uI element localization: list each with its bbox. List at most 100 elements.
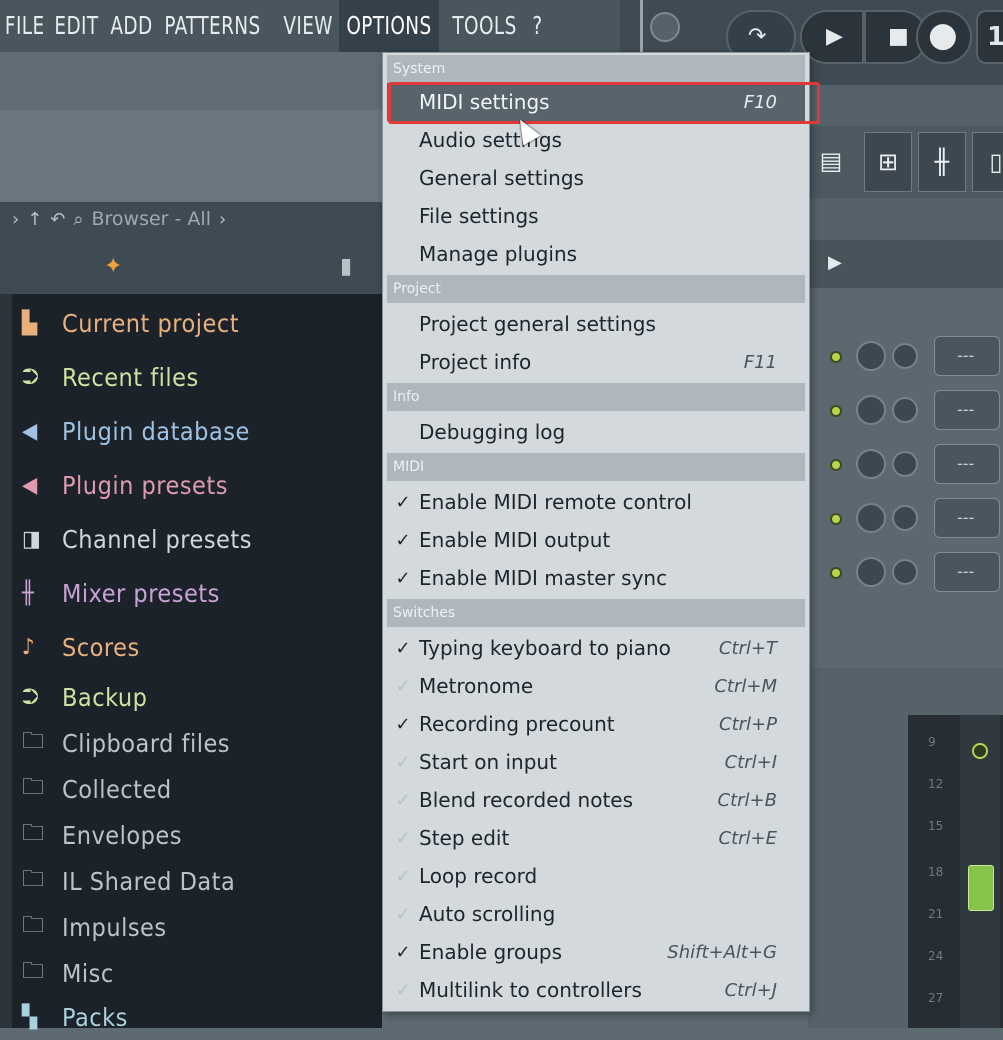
search-icon[interactable]: ⌕ bbox=[73, 209, 83, 230]
list-item[interactable]: 🗀 IL Shared Data bbox=[22, 858, 235, 904]
list-item-label: Plugin database bbox=[62, 416, 250, 446]
menu-item-label: Debugging log bbox=[419, 420, 566, 444]
channel-button[interactable]: --- bbox=[934, 390, 1000, 430]
menu-add[interactable]: ADD bbox=[103, 0, 160, 52]
checkmark-icon: ✓ bbox=[395, 491, 411, 513]
channel-button[interactable]: --- bbox=[934, 336, 1000, 376]
list-item[interactable]: ▚ Packs bbox=[22, 994, 128, 1040]
record-button[interactable]: ● bbox=[916, 10, 972, 64]
menu-item-blend-recorded-notes[interactable]: ✓ Blend recorded notes Ctrl+B bbox=[387, 781, 805, 819]
browser-list: ▙ Current project ⮊ Recent files ◀ Plugi… bbox=[0, 294, 382, 1032]
list-item[interactable]: 🗀 Clipboard files bbox=[22, 720, 230, 766]
menu-item-metronome[interactable]: ✓ Metronome Ctrl+M bbox=[387, 667, 805, 705]
menu-item-project-general-settings[interactable]: Project general settings bbox=[387, 305, 805, 343]
pan-knob[interactable] bbox=[892, 559, 918, 585]
chevron-right-icon[interactable]: › bbox=[219, 209, 226, 230]
menu-help[interactable]: ? bbox=[525, 0, 550, 52]
menu-item-manage-plugins[interactable]: Manage plugins bbox=[387, 235, 805, 273]
menu-item-multilink-to-controllers[interactable]: ✓ Multilink to controllers Ctrl+J bbox=[387, 971, 805, 1009]
menu-item-enable-midi-remote-control[interactable]: ✓ Enable MIDI remote control bbox=[387, 483, 805, 521]
menu-item-step-edit[interactable]: ✓ Step edit Ctrl+E bbox=[387, 819, 805, 857]
menu-patterns[interactable]: PATTERNS bbox=[157, 0, 268, 52]
channel-row: --- bbox=[808, 496, 1003, 542]
pan-knob[interactable] bbox=[892, 343, 918, 369]
menu-item-enable-midi-output[interactable]: ✓ Enable MIDI output bbox=[387, 521, 805, 559]
browser-toggle-icon[interactable]: ⊞ bbox=[864, 132, 912, 192]
menu-item-project-info[interactable]: Project info F11 bbox=[387, 343, 805, 381]
menu-item-typing-keyboard-to-piano[interactable]: ✓ Typing keyboard to piano Ctrl+T bbox=[387, 629, 805, 667]
checkmark-icon: ✓ bbox=[395, 789, 411, 811]
menu-options[interactable]: OPTIONS bbox=[338, 0, 439, 52]
menubar: FILE EDIT ADD PATTERNS VIEW OPTIONS TOOL… bbox=[0, 0, 640, 52]
browser-title[interactable]: Browser - All bbox=[91, 208, 210, 230]
list-item-label: Clipboard files bbox=[62, 728, 231, 758]
menu-view[interactable]: VIEW bbox=[276, 0, 340, 52]
list-item[interactable]: ▙ Current project bbox=[22, 300, 239, 346]
volume-knob[interactable] bbox=[856, 449, 886, 479]
channel-button[interactable]: --- bbox=[934, 552, 1000, 592]
volume-fader[interactable] bbox=[968, 865, 994, 911]
list-item[interactable]: ╫ Mixer presets bbox=[22, 570, 220, 616]
shortcut-label: F11 bbox=[743, 351, 777, 373]
list-item[interactable]: ⮊ Backup bbox=[22, 674, 147, 720]
pan-knob[interactable] bbox=[892, 451, 918, 477]
menu-item-file-settings[interactable]: File settings bbox=[387, 197, 805, 235]
recent-files-icon: ⮊ bbox=[22, 364, 40, 390]
menu-item-label: Start on input bbox=[419, 750, 557, 774]
menu-item-enable-midi-master-sync[interactable]: ✓ Enable MIDI master sync bbox=[387, 559, 805, 597]
list-item[interactable]: 🗀 Envelopes bbox=[22, 812, 182, 858]
menu-file[interactable]: FILE bbox=[0, 0, 52, 52]
mixer-icon[interactable]: ╫ bbox=[918, 132, 966, 192]
menu-item-label: File settings bbox=[419, 204, 539, 228]
folder-icon: 🗀 bbox=[22, 959, 45, 984]
list-item[interactable]: 🗀 Collected bbox=[22, 766, 172, 812]
document-icon[interactable]: ▮ bbox=[340, 254, 352, 279]
menu-edit[interactable]: EDIT bbox=[47, 0, 106, 52]
menu-item-start-on-input[interactable]: ✓ Start on input Ctrl+I bbox=[387, 743, 805, 781]
channel-led[interactable] bbox=[830, 513, 842, 525]
waveform-icon[interactable]: ✦ bbox=[104, 254, 122, 279]
list-item[interactable]: 🗀 Misc bbox=[22, 950, 114, 996]
list-item[interactable]: ♪ Scores bbox=[22, 624, 140, 670]
menu-item-loop-record[interactable]: ✓ Loop record bbox=[387, 857, 805, 895]
tempo-slider-knob[interactable] bbox=[650, 12, 680, 42]
chevron-right-icon[interactable]: › bbox=[12, 209, 19, 230]
checkmark-icon: ✓ bbox=[395, 567, 411, 589]
list-item[interactable]: ◨ Channel presets bbox=[22, 516, 252, 562]
undo-icon[interactable]: ↶ bbox=[50, 209, 65, 230]
list-item[interactable]: ◀ Plugin presets bbox=[22, 462, 228, 508]
stop-icon: ■ bbox=[888, 24, 909, 49]
list-item[interactable]: 🗀 Impulses bbox=[22, 904, 167, 950]
pan-knob[interactable] bbox=[892, 505, 918, 531]
menu-item-debugging-log[interactable]: Debugging log bbox=[387, 413, 805, 451]
mixer-led[interactable] bbox=[972, 743, 988, 759]
menu-item-audio-settings[interactable]: Audio settings bbox=[387, 121, 805, 159]
menu-tools[interactable]: TOOLS bbox=[445, 0, 524, 52]
list-item[interactable]: ◀ Plugin database bbox=[22, 408, 250, 454]
volume-knob[interactable] bbox=[856, 503, 886, 533]
volume-knob[interactable] bbox=[856, 395, 886, 425]
channel-button[interactable]: --- bbox=[934, 444, 1000, 484]
list-item[interactable]: ⮊ Recent files bbox=[22, 354, 199, 400]
play-arrow-icon[interactable]: ▶ bbox=[828, 252, 842, 273]
menu-item-label: Enable MIDI master sync bbox=[419, 566, 668, 590]
menu-item-enable-groups[interactable]: ✓ Enable groups Shift+Alt+G bbox=[387, 933, 805, 971]
pan-knob[interactable] bbox=[892, 397, 918, 423]
channel-led[interactable] bbox=[830, 567, 842, 579]
channel-led[interactable] bbox=[830, 351, 842, 363]
piano-roll-icon[interactable]: ▤ bbox=[808, 132, 854, 190]
channel-rack-icon[interactable]: ▯ bbox=[972, 132, 1003, 192]
menu-item-recording-precount[interactable]: ✓ Recording precount Ctrl+P bbox=[387, 705, 805, 743]
channel-rack-header: ▶ bbox=[808, 240, 1003, 288]
menu-item-auto-scrolling[interactable]: ✓ Auto scrolling bbox=[387, 895, 805, 933]
section-header: Info bbox=[387, 383, 805, 411]
channel-led[interactable] bbox=[830, 459, 842, 471]
list-item-label: Current project bbox=[62, 308, 240, 338]
volume-knob[interactable] bbox=[856, 341, 886, 371]
volume-knob[interactable] bbox=[856, 557, 886, 587]
menu-item-general-settings[interactable]: General settings bbox=[387, 159, 805, 197]
channel-button[interactable]: --- bbox=[934, 498, 1000, 538]
channel-led[interactable] bbox=[830, 405, 842, 417]
up-arrow-icon[interactable]: ↑ bbox=[27, 209, 42, 230]
shortcut-label: Ctrl+T bbox=[718, 637, 777, 659]
